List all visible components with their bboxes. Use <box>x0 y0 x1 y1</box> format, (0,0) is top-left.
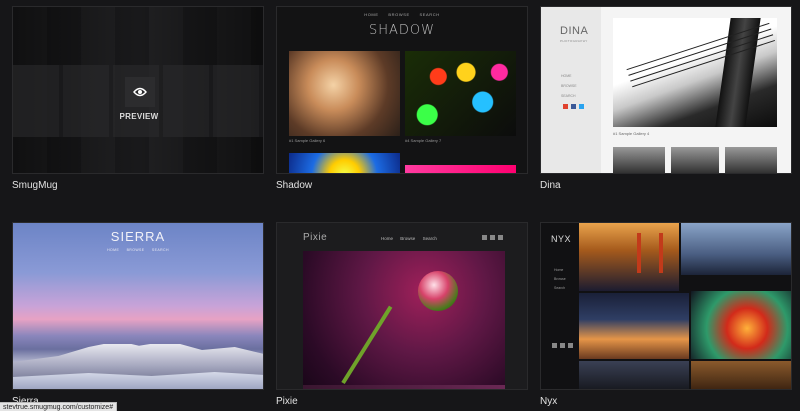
theme-name: SmugMug <box>12 180 58 191</box>
social-icon <box>560 343 565 348</box>
social-icon <box>579 104 584 109</box>
nav-search: Search <box>554 286 566 290</box>
theme-grid: PREVIEW SmugMug HOME BROWSE SEARCH SHADO… <box>0 0 800 411</box>
nav-home: Home <box>381 236 394 241</box>
theme-nav: HOME BROWSE SEARCH <box>561 71 577 101</box>
theme-thumbnail[interactable]: NYX Home Browse Search <box>540 222 792 390</box>
social-icon <box>563 104 568 109</box>
nav-browse: BROWSE <box>126 248 145 252</box>
theme-site-title: SHADOW <box>368 23 436 38</box>
filmstrip-bar <box>303 385 505 389</box>
nav-search: Search <box>422 236 437 241</box>
gallery-image-building <box>289 51 400 136</box>
status-bar-url: stevtrue.smugmug.com/customize# <box>0 402 118 411</box>
social-icon <box>571 104 576 109</box>
social-icon <box>498 235 503 240</box>
gallery-image-chain-lights <box>405 51 516 136</box>
nav-search: SEARCH <box>561 94 576 98</box>
preview-label[interactable]: PREVIEW <box>13 112 263 121</box>
gallery-image-city-skyline <box>681 223 791 275</box>
nav-home: HOME <box>364 12 379 17</box>
nav-search: SEARCH <box>151 248 169 252</box>
social-icon <box>568 343 573 348</box>
gallery-image-dew-drop <box>303 251 505 386</box>
gallery-image-night-sky <box>579 361 689 389</box>
gallery-image-light-painting <box>691 291 791 359</box>
theme-site-title: DINA <box>560 25 589 37</box>
gallery-image-bridge <box>613 18 777 127</box>
theme-site-title: Pixie <box>303 232 328 243</box>
gallery-image <box>725 147 777 173</box>
gallery-image <box>671 147 719 173</box>
theme-nav: HOME BROWSE SEARCH <box>13 248 263 252</box>
gallery-image-sunset <box>579 293 689 359</box>
gallery-image-interior <box>691 361 791 389</box>
theme-site-title: NYX <box>551 234 572 244</box>
theme-site-subtitle: PHOTOGRAPHY <box>560 39 588 43</box>
gallery-image-pink <box>405 165 516 173</box>
gallery-caption: #1 Sample Gallery 6 <box>289 138 326 143</box>
theme-thumbnail[interactable]: SIERRA HOME BROWSE SEARCH <box>12 222 264 390</box>
eye-icon <box>133 87 147 97</box>
nav-home: HOME <box>561 74 572 78</box>
theme-thumbnail[interactable]: PREVIEW <box>12 6 264 174</box>
social-icon <box>482 235 487 240</box>
gallery-image <box>613 147 665 173</box>
social-icons <box>552 343 573 348</box>
gallery-image-golden-gate <box>579 223 679 291</box>
nav-browse: BROWSE <box>388 12 410 17</box>
theme-name: Dina <box>540 180 561 191</box>
gallery-caption: #4 Sample Gallery 7 <box>405 138 442 143</box>
gallery-caption: #1 Sample Gallery 4 <box>613 131 650 136</box>
theme-site-title: SIERRA <box>110 229 166 244</box>
gallery-image-yellow <box>289 153 400 173</box>
nav-home: Home <box>554 268 564 272</box>
theme-thumbnail[interactable]: DINA PHOTOGRAPHY HOME BROWSE SEARCH #1 S… <box>540 6 792 174</box>
social-icons <box>482 235 503 240</box>
theme-name: Pixie <box>276 396 298 407</box>
nav-browse: Browse <box>400 236 416 241</box>
theme-thumbnail[interactable]: Pixie Home Browse Search <box>276 222 528 390</box>
social-icon <box>552 343 557 348</box>
theme-name: Nyx <box>540 396 558 407</box>
theme-name: Shadow <box>276 180 313 191</box>
theme-thumbnail[interactable]: HOME BROWSE SEARCH SHADOW #1 Sample Gall… <box>276 6 528 174</box>
nav-home: HOME <box>107 248 120 252</box>
nav-browse: BROWSE <box>561 84 577 88</box>
nav-search: SEARCH <box>419 12 440 17</box>
theme-nav: Home Browse Search <box>381 236 443 241</box>
nav-browse: Browse <box>554 277 566 281</box>
theme-nav: HOME BROWSE SEARCH <box>277 12 527 17</box>
preview-button[interactable] <box>125 77 155 107</box>
social-icon <box>490 235 495 240</box>
theme-nav: Home Browse Search <box>554 266 566 293</box>
social-icons <box>563 104 584 109</box>
